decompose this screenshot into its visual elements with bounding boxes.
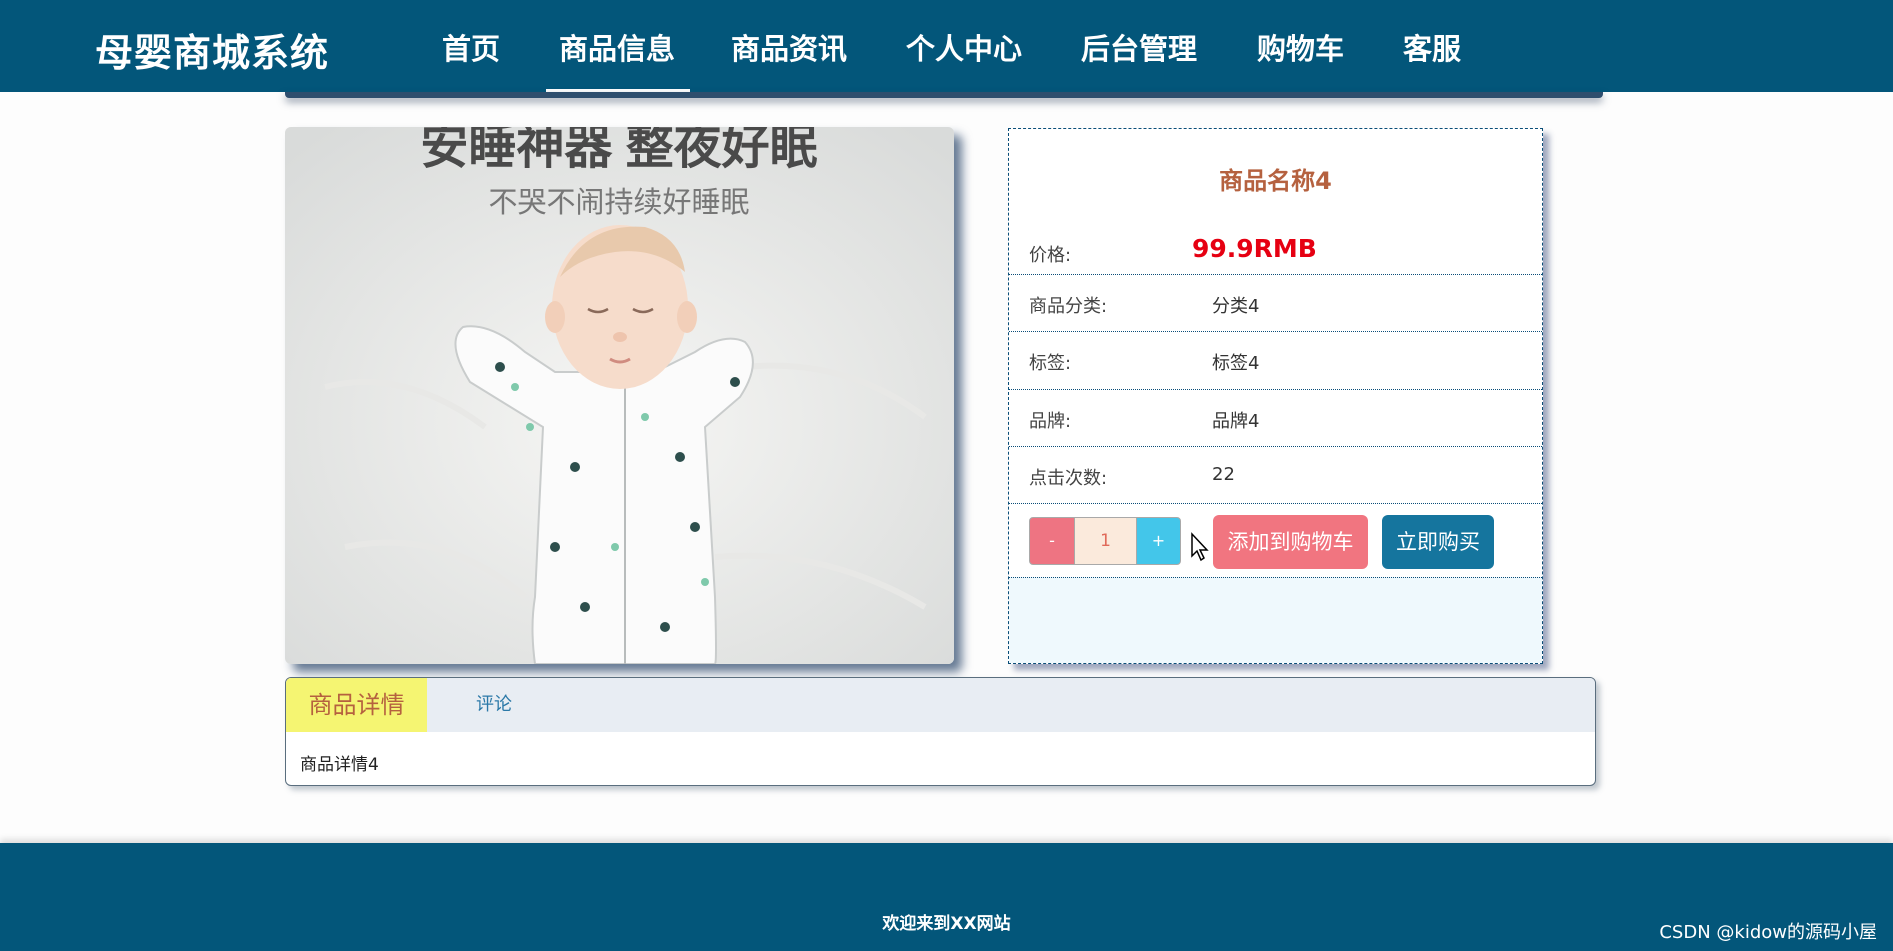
quantity-input[interactable]: 1 <box>1075 517 1136 565</box>
product-tabs: 商品详情 评论 商品详情4 <box>285 677 1596 786</box>
add-to-cart-button[interactable]: 添加到购物车 <box>1213 515 1368 569</box>
tab-comments[interactable]: 评论 <box>476 678 512 732</box>
brand-row: 品牌: 品牌4 <box>1009 390 1542 447</box>
category-label: 商品分类: <box>1029 296 1108 317</box>
quantity-minus-button[interactable]: - <box>1029 517 1075 565</box>
quantity-plus-button[interactable]: + <box>1136 517 1181 565</box>
tag-row: 标签: 标签4 <box>1009 332 1542 390</box>
clicks-value: 22 <box>1212 464 1235 485</box>
footer-welcome-text: 欢迎来到XX网站 <box>882 914 1011 934</box>
image-headline: 安睡神器 整夜好眠 <box>420 127 817 174</box>
nav-admin[interactable]: 后台管理 <box>1081 26 1197 68</box>
page-footer: 欢迎来到XX网站 <box>0 843 1893 951</box>
mouse-cursor-icon <box>1191 532 1209 562</box>
clicks-row: 点击次数: 22 <box>1009 447 1542 504</box>
price-row: 价格: 99.9RMB <box>1009 234 1542 274</box>
tab-content-details: 商品详情4 <box>300 755 379 775</box>
product-info-panel: 商品名称4 价格: 99.9RMB 商品分类: 分类4 标签: 标签4 品牌: … <box>1008 128 1543 664</box>
product-image: 安睡神器 整夜好眠 不哭不闹持续好睡眠 <box>285 127 954 664</box>
nav-product-info[interactable]: 商品信息 <box>559 26 675 68</box>
buy-now-button[interactable]: 立即购买 <box>1382 515 1494 569</box>
tag-value: 标签4 <box>1212 353 1260 374</box>
image-subline: 不哭不闹持续好睡眠 <box>488 186 749 219</box>
nav-product-news[interactable]: 商品资讯 <box>731 26 847 68</box>
tag-label: 标签: <box>1029 353 1072 374</box>
product-name: 商品名称4 <box>1219 167 1332 195</box>
csdn-watermark: CSDN @kidow的源码小屋 <box>1659 922 1877 943</box>
info-panel-footer <box>1009 577 1542 663</box>
site-logo[interactable]: 母婴商城系统 <box>95 22 329 77</box>
price-label: 价格: <box>1029 245 1072 266</box>
brand-label: 品牌: <box>1029 411 1072 432</box>
category-value: 分类4 <box>1212 296 1260 317</box>
category-row: 商品分类: 分类4 <box>1009 275 1542 332</box>
nav-customer-service[interactable]: 客服 <box>1403 26 1461 68</box>
clicks-label: 点击次数: <box>1029 468 1108 489</box>
nav-home[interactable]: 首页 <box>442 26 500 68</box>
nav-personal-center[interactable]: 个人中心 <box>906 26 1022 68</box>
brand-value: 品牌4 <box>1212 411 1260 432</box>
price-value: 99.9RMB <box>1192 234 1317 263</box>
header-shadow-bar <box>285 92 1603 98</box>
top-header: 母婴商城系统 首页 商品信息 商品资讯 个人中心 后台管理 购物车 客服 <box>0 0 1893 93</box>
tab-product-details[interactable]: 商品详情 <box>286 678 427 732</box>
nav-cart[interactable]: 购物车 <box>1257 26 1344 68</box>
